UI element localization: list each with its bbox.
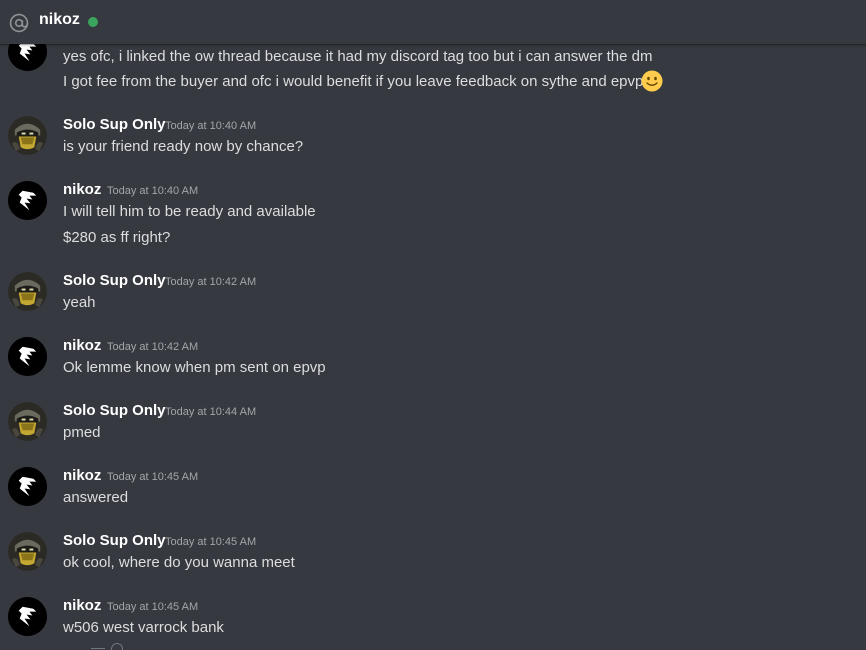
avatar[interactable] <box>8 467 47 506</box>
message-text: answered <box>63 489 129 506</box>
timestamp: Today at 10:42 AM <box>107 341 199 353</box>
message-text: is your friend ready now by chance? <box>63 138 304 155</box>
username[interactable]: nikoz <box>63 467 101 484</box>
avatar[interactable] <box>8 532 47 571</box>
message-text: ok cool, where do you wanna meet <box>63 554 295 571</box>
avatar[interactable] <box>8 44 47 71</box>
message-text: I will tell him to be ready and availabl… <box>63 203 316 220</box>
channel-header: nikoz <box>0 0 866 44</box>
message-text: pmed <box>63 424 101 441</box>
username[interactable]: Solo Sup Only <box>63 116 166 133</box>
timestamp: Today at 10:42 AM <box>165 276 257 288</box>
username[interactable]: Solo Sup Only <box>63 532 166 549</box>
username[interactable]: Solo Sup Only <box>63 272 166 289</box>
timestamp: Today at 10:45 AM <box>107 471 199 483</box>
avatar[interactable] <box>8 402 47 441</box>
at-sign-icon <box>9 13 29 33</box>
message-text: w506 west varrock bank <box>63 619 224 636</box>
timestamp: Today at 10:40 AM <box>107 185 199 197</box>
timestamp: Today at 10:40 AM <box>165 120 257 132</box>
timestamp: Today at 10:45 AM <box>107 601 199 613</box>
channel-title: nikoz <box>39 11 80 28</box>
avatar[interactable] <box>8 116 47 155</box>
timestamp: Today at 10:45 AM <box>165 536 257 548</box>
username[interactable]: nikoz <box>63 337 101 354</box>
slightly-smiling-face-icon[interactable] <box>641 70 663 92</box>
message-text: yeah <box>63 294 96 311</box>
message-text-partial <box>63 642 124 650</box>
message-text: $280 as ff right? <box>63 229 171 246</box>
online-status-dot <box>88 17 98 27</box>
avatar[interactable] <box>8 337 47 376</box>
avatar[interactable] <box>8 272 47 311</box>
message-text: Ok lemme know when pm sent on epvp <box>63 359 326 376</box>
message-text: yes ofc, i linked the ow thread because … <box>63 48 653 65</box>
message-text: I got fee from the buyer and ofc i would… <box>63 73 644 90</box>
timestamp: Today at 10:44 AM <box>165 406 257 418</box>
username[interactable]: nikoz <box>63 181 101 198</box>
username[interactable]: nikoz <box>63 597 101 614</box>
avatar[interactable] <box>8 181 47 220</box>
avatar[interactable] <box>8 597 47 636</box>
username[interactable]: Solo Sup Only <box>63 402 166 419</box>
message-list[interactable]: yes ofc, i linked the ow thread because … <box>0 44 866 650</box>
